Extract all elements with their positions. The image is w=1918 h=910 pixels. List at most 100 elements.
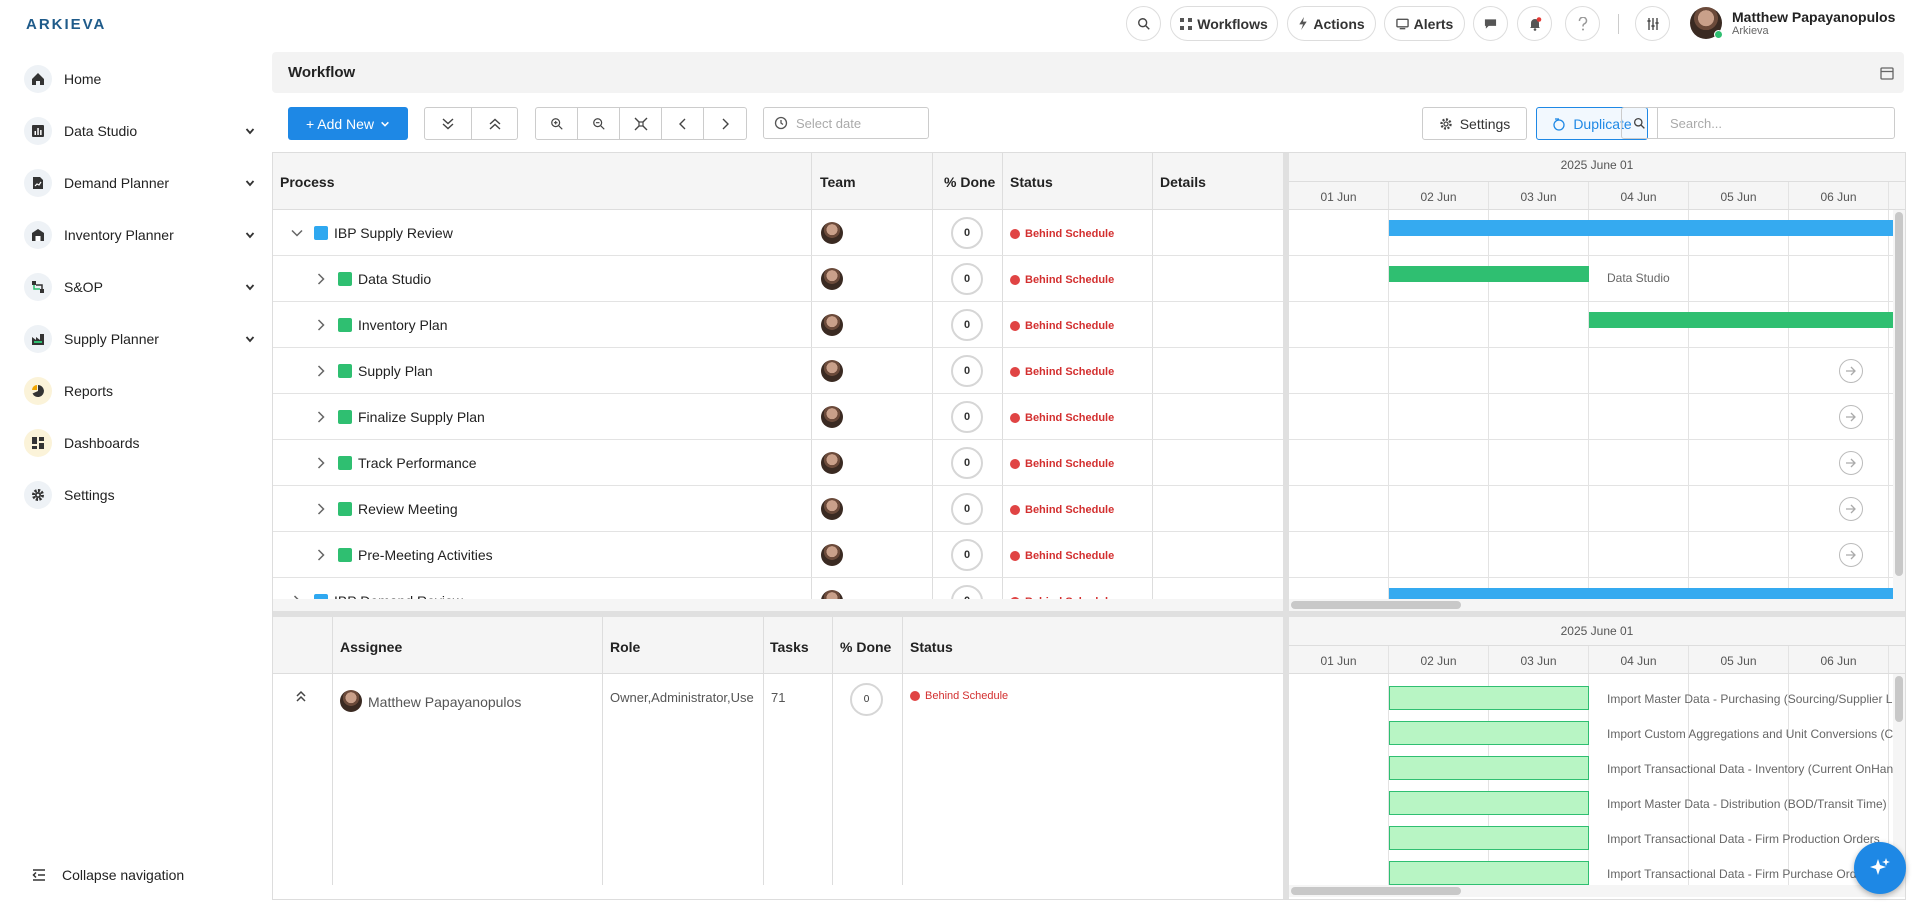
alerts-button[interactable]: Alerts: [1384, 6, 1465, 41]
table-row[interactable]: Data Studio 0 Behind Schedule: [273, 256, 1283, 302]
table-row[interactable]: Review Meeting 0 Behind Schedule: [273, 486, 1283, 532]
collapse-all-button[interactable]: [472, 108, 517, 139]
table-row[interactable]: Finalize Supply Plan 0 Behind Schedule: [273, 394, 1283, 440]
gantt-scrollbar-horizontal[interactable]: [1289, 599, 1905, 611]
gantt-task-bar[interactable]: [1389, 861, 1589, 885]
workflows-button[interactable]: Workflows: [1170, 6, 1278, 41]
scrollbar-thumb[interactable]: [1291, 887, 1461, 895]
notifications-button[interactable]: [1517, 6, 1552, 41]
process-name[interactable]: Supply Plan: [338, 363, 433, 379]
double-chevron-up-icon[interactable]: [295, 690, 307, 702]
chevron-right-icon[interactable]: [314, 364, 328, 378]
gantt-bar-task[interactable]: [1389, 266, 1589, 282]
preferences-button[interactable]: [1635, 6, 1670, 41]
app-logo[interactable]: ARKIEVA: [26, 16, 106, 33]
chevron-down-icon[interactable]: [244, 177, 256, 189]
chevron-right-icon[interactable]: [314, 318, 328, 332]
process-name[interactable]: Pre-Meeting Activities: [338, 547, 493, 563]
process-name[interactable]: Data Studio: [338, 271, 431, 287]
sidebar-item-inventory-planner[interactable]: Inventory Planner: [24, 217, 256, 253]
gantt-bar-summary[interactable]: [1389, 220, 1893, 236]
assignee-scrollbar-horizontal[interactable]: [1289, 885, 1905, 897]
assistant-button[interactable]: [1854, 842, 1906, 894]
table-row[interactable]: Track Performance 0 Behind Schedule: [273, 440, 1283, 486]
sidebar-item-reports[interactable]: Reports: [24, 373, 256, 409]
search-button[interactable]: [1126, 6, 1161, 41]
next-button[interactable]: [704, 108, 746, 139]
chevron-right-icon[interactable]: [314, 456, 328, 470]
chevron-down-icon[interactable]: [244, 125, 256, 137]
go-to-task-button[interactable]: [1839, 359, 1863, 383]
column-header-done[interactable]: % Done: [840, 639, 891, 655]
process-name[interactable]: Inventory Plan: [338, 317, 448, 333]
assignee-name[interactable]: Matthew Papayanopulos: [368, 694, 521, 710]
search-input[interactable]: Search...: [1658, 116, 1722, 131]
sidebar-item-sop[interactable]: S&OP: [24, 269, 256, 305]
go-to-task-button[interactable]: [1839, 451, 1863, 475]
chat-button[interactable]: [1473, 6, 1508, 41]
gantt-task-bar[interactable]: [1389, 721, 1589, 745]
column-header-details[interactable]: Details: [1160, 174, 1206, 190]
gantt-task-bar[interactable]: [1389, 791, 1589, 815]
table-row[interactable]: Supply Plan 0 Behind Schedule: [273, 348, 1283, 394]
gantt-bar-summary[interactable]: [1389, 588, 1893, 599]
table-row[interactable]: IBP Demand Review0Behind Schedule: [273, 578, 1283, 599]
column-header-assignee[interactable]: Assignee: [340, 639, 402, 655]
go-to-task-button[interactable]: [1839, 497, 1863, 521]
table-row[interactable]: IBP Supply Review 0 Behind Schedule: [273, 210, 1283, 256]
scrollbar-thumb[interactable]: [1291, 601, 1461, 609]
process-name[interactable]: Review Meeting: [338, 501, 458, 517]
gantt-scrollbar-vertical[interactable]: [1893, 210, 1905, 599]
chevron-right-icon[interactable]: [314, 272, 328, 286]
actions-button[interactable]: Actions: [1287, 6, 1376, 41]
scrollbar-thumb[interactable]: [1895, 212, 1903, 576]
chevron-down-icon[interactable]: [244, 333, 256, 345]
column-header-process[interactable]: Process: [280, 174, 334, 190]
add-new-button[interactable]: + Add New: [288, 107, 408, 140]
go-to-task-button[interactable]: [1839, 543, 1863, 567]
workflow-icon: [1180, 17, 1193, 30]
column-header-done[interactable]: % Done: [944, 174, 995, 190]
process-name[interactable]: Track Performance: [338, 455, 477, 471]
column-header-role[interactable]: Role: [610, 639, 640, 655]
table-row[interactable]: Inventory Plan 0 Behind Schedule: [273, 302, 1283, 348]
gantt-task-bar[interactable]: [1389, 686, 1589, 710]
collapse-navigation[interactable]: Collapse navigation: [32, 867, 184, 883]
scrollbar-thumb[interactable]: [1895, 676, 1903, 722]
expand-all-button[interactable]: [425, 108, 472, 139]
search-box[interactable]: Search...: [1621, 107, 1895, 139]
column-header-tasks[interactable]: Tasks: [770, 639, 809, 655]
sidebar-item-demand-planner[interactable]: Demand Planner: [24, 165, 256, 201]
process-name[interactable]: IBP Supply Review: [314, 225, 453, 241]
go-to-task-button[interactable]: [1839, 405, 1863, 429]
settings-button[interactable]: Settings: [1422, 107, 1527, 140]
previous-button[interactable]: [662, 108, 705, 139]
sidebar-item-dashboards[interactable]: Dashboards: [24, 425, 256, 461]
sidebar-item-home[interactable]: Home: [24, 61, 256, 97]
zoom-fit-button[interactable]: [620, 108, 663, 139]
gantt-bar-task[interactable]: [1589, 312, 1893, 328]
chevron-down-icon[interactable]: [290, 226, 304, 240]
process-rows: IBP Supply Review 0 Behind Schedule Data St…: [273, 210, 1283, 599]
help-button[interactable]: [1565, 6, 1600, 41]
sidebar-item-settings[interactable]: Settings: [24, 477, 256, 513]
column-header-team[interactable]: Team: [820, 174, 856, 190]
gantt-task-bar[interactable]: [1389, 826, 1589, 850]
chevron-right-icon[interactable]: [314, 410, 328, 424]
calendar-icon[interactable]: [1880, 66, 1894, 80]
zoom-in-button[interactable]: [536, 108, 579, 139]
zoom-out-button[interactable]: [578, 108, 621, 139]
date-picker-input[interactable]: Select date: [763, 107, 929, 139]
chevron-down-icon[interactable]: [244, 281, 256, 293]
process-name[interactable]: Finalize Supply Plan: [338, 409, 485, 425]
chevron-down-icon[interactable]: [244, 229, 256, 241]
chevron-right-icon[interactable]: [314, 548, 328, 562]
chevron-right-icon[interactable]: [314, 502, 328, 516]
user-name[interactable]: Matthew Papayanopulos: [1732, 9, 1895, 25]
column-header-status[interactable]: Status: [1010, 174, 1053, 190]
sidebar-item-data-studio[interactable]: Data Studio: [24, 113, 256, 149]
gantt-task-bar[interactable]: [1389, 756, 1589, 780]
table-row[interactable]: Pre-Meeting Activities 0 Behind Schedule: [273, 532, 1283, 578]
column-header-status[interactable]: Status: [910, 639, 953, 655]
sidebar-item-supply-planner[interactable]: Supply Planner: [24, 321, 256, 357]
